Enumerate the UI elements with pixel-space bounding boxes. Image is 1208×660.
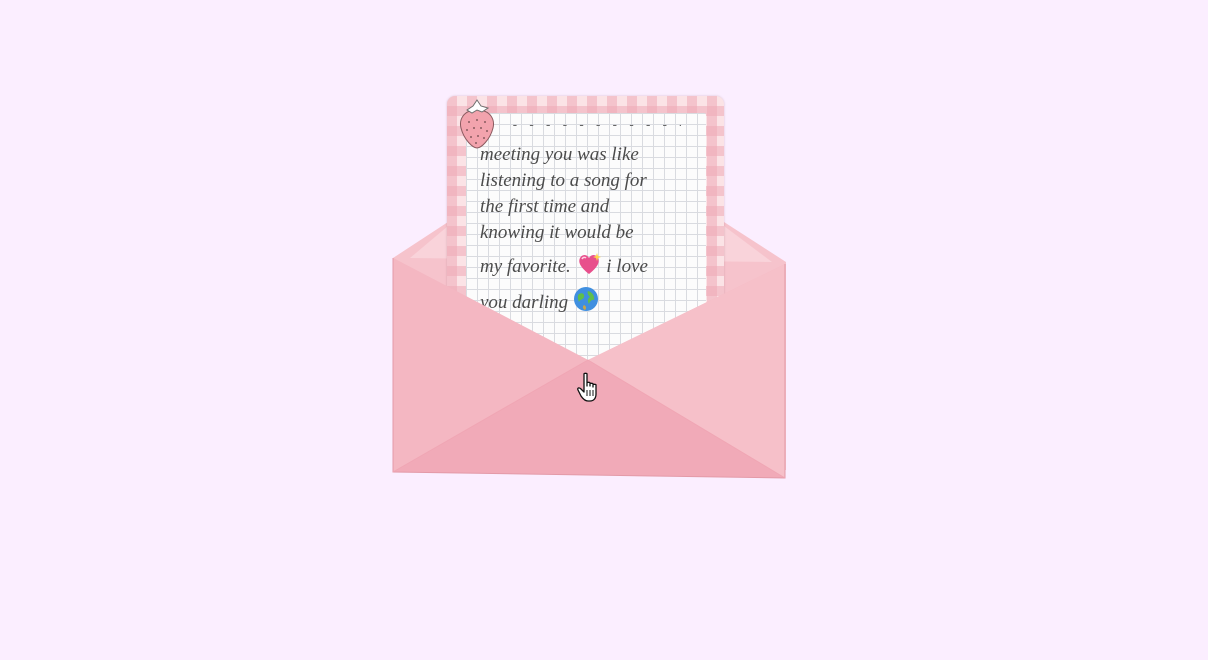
stage: - - - - - - - - - - - - - - meeting you …: [0, 0, 1208, 660]
envelope-front[interactable]: [0, 0, 1208, 660]
hand-pointer-icon: [577, 372, 597, 402]
